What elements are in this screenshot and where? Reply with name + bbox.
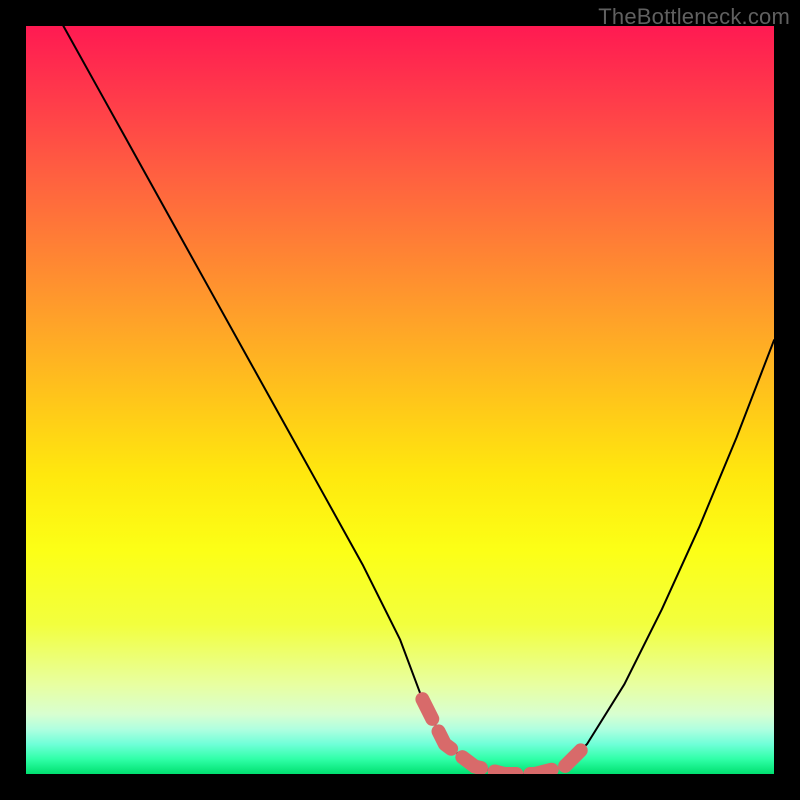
chart-frame: TheBottleneck.com	[0, 0, 800, 800]
curve-line	[63, 26, 774, 774]
highlight-segment	[422, 699, 587, 774]
plot-area	[26, 26, 774, 774]
chart-svg	[26, 26, 774, 774]
